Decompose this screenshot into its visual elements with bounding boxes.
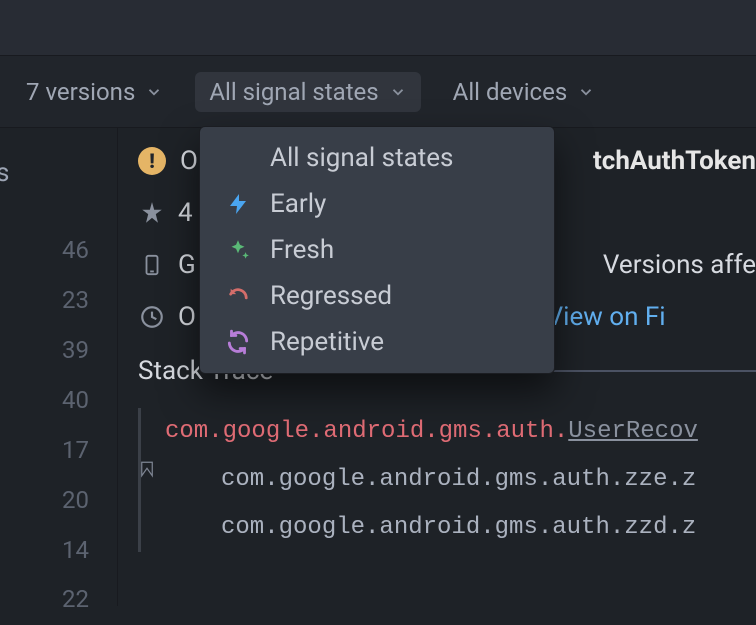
stack-line: com.google.android.gms.auth.zzd.z: [165, 504, 756, 552]
chevron-down-icon: [389, 83, 407, 101]
dropdown-item-repetitive[interactable]: Repetitive: [200, 319, 554, 365]
stack-line: com.google.android.gms.auth.UserRecov: [165, 408, 756, 456]
line-number: 14: [62, 526, 89, 576]
repeat-icon: [224, 328, 252, 356]
dropdown-item-label: Early: [270, 189, 326, 219]
stack-class[interactable]: UserRecov: [568, 418, 698, 445]
versions-affected-label: Versions affe: [603, 250, 756, 280]
undo-icon: [224, 282, 252, 310]
line-number: 39: [62, 326, 89, 376]
sparkle-icon: [224, 236, 252, 264]
clock-icon: [138, 303, 166, 331]
dropdown-item-label: Fresh: [270, 235, 334, 265]
chevron-down-icon: [145, 83, 163, 101]
signal-state-dropdown: All signal states Early Fresh Regressed …: [199, 126, 555, 374]
dropdown-item-fresh[interactable]: Fresh: [200, 227, 554, 273]
line-number: 23: [62, 276, 89, 326]
top-bar: [0, 0, 756, 56]
bookmark-icon: [138, 458, 156, 480]
view-link[interactable]: View on Fi: [547, 302, 666, 332]
title-prefix: O: [180, 146, 198, 176]
filter-bar: 7 versions All signal states All devices: [0, 56, 756, 128]
dropdown-item-label: Repetitive: [270, 327, 384, 357]
gutter-header: sers: [0, 146, 9, 200]
line-number: 17: [62, 426, 89, 476]
filter-devices-label: All devices: [453, 78, 568, 106]
stack-package: com.google.android.gms.auth.: [165, 418, 568, 445]
line-number: 46: [62, 226, 89, 276]
filter-signal-states-label: All signal states: [209, 78, 378, 106]
device-value: G: [178, 250, 196, 280]
title-method: tchAuthToken: [593, 146, 756, 176]
stack-line: com.google.android.gms.auth.zze.z: [165, 456, 756, 504]
time-value: O: [178, 302, 196, 332]
left-gutter: sers 46 23 39 40 17 20 14 22: [0, 128, 118, 606]
dropdown-item-early[interactable]: Early: [200, 181, 554, 227]
crash-count: 4: [178, 198, 193, 228]
line-number: 40: [62, 376, 89, 426]
warning-icon: !: [138, 147, 166, 175]
crash-icon: [138, 199, 166, 227]
dropdown-item-label: Regressed: [270, 281, 392, 311]
filter-signal-states[interactable]: All signal states: [195, 72, 420, 112]
filter-devices[interactable]: All devices: [439, 72, 610, 112]
stack-trace: com.google.android.gms.auth.UserRecov co…: [138, 408, 756, 552]
filter-versions-label: 7 versions: [26, 78, 135, 106]
line-number: 22: [62, 575, 89, 625]
filter-versions[interactable]: 7 versions: [12, 72, 177, 112]
dropdown-item-label: All signal states: [270, 143, 453, 173]
blank-icon: [224, 144, 252, 172]
line-number: 20: [62, 476, 89, 526]
chevron-down-icon: [577, 83, 595, 101]
dropdown-item-regressed[interactable]: Regressed: [200, 273, 554, 319]
bolt-icon: [224, 190, 252, 218]
device-icon: [138, 251, 166, 279]
dropdown-item-all[interactable]: All signal states: [200, 135, 554, 181]
